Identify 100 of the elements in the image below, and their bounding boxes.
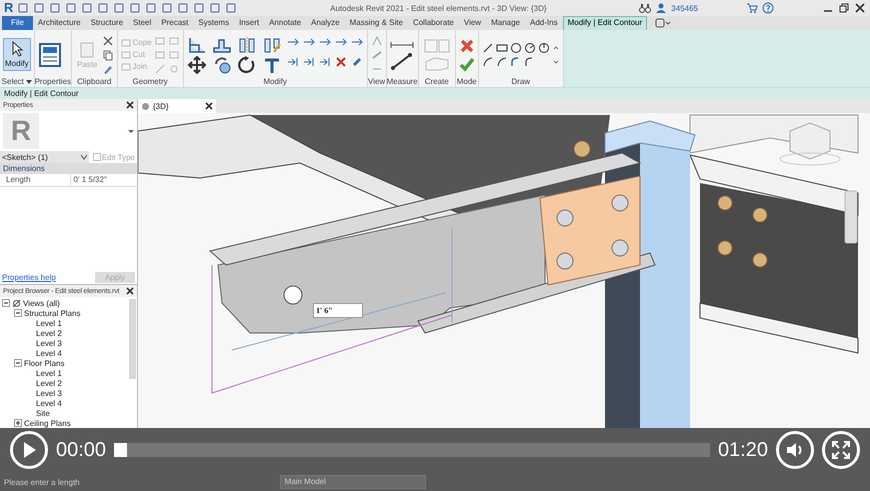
panel-label: Select (2, 77, 24, 87)
collapse-icon[interactable] (14, 359, 22, 367)
volume-button[interactable] (776, 431, 814, 469)
caret-icon[interactable] (26, 79, 32, 85)
tree-item[interactable]: Structural Plans (24, 308, 80, 318)
scrollbar[interactable] (129, 299, 136, 379)
ribbon-tab[interactable]: Collaborate (408, 16, 459, 30)
property-value[interactable]: 0' 1 5/32" (70, 174, 137, 186)
rectangle-icon[interactable] (496, 42, 508, 54)
close-icon[interactable] (205, 102, 213, 110)
collapse-icon[interactable] (14, 309, 22, 317)
caret-icon (80, 154, 87, 160)
fullscreen-icon (832, 441, 850, 459)
progress-fill[interactable] (114, 443, 128, 457)
array-icon[interactable] (302, 56, 315, 68)
arc-icon[interactable] (538, 42, 550, 54)
ribbon-tab[interactable]: Systems (193, 16, 234, 30)
line-icon[interactable] (482, 42, 494, 54)
tree-item[interactable]: Ceiling Plans (24, 418, 71, 428)
user-id[interactable]: 345465 (671, 4, 698, 12)
file-menu-tab[interactable]: File (2, 16, 33, 30)
tree-item[interactable]: Level 2 (36, 328, 62, 338)
tree-item[interactable]: Floor Plans (24, 358, 64, 368)
play-icon (21, 441, 37, 459)
ribbon-tab[interactable]: Structure (86, 16, 128, 30)
curve-icon[interactable] (482, 56, 494, 68)
mirror-draw-icon[interactable] (262, 36, 282, 54)
tree-item[interactable]: Level 1 (36, 368, 62, 378)
type-selector[interactable]: <Sketch> (1) (0, 151, 89, 163)
panel-toggle-icon[interactable] (655, 18, 672, 28)
checkmark-icon[interactable] (458, 56, 475, 72)
tree-item[interactable]: Level 1 (36, 318, 62, 328)
array-icon[interactable] (286, 56, 299, 68)
close-icon[interactable] (126, 287, 134, 295)
panel-label: Measure (386, 77, 418, 87)
type-preview: R (3, 113, 39, 149)
move-icon[interactable] (186, 56, 207, 74)
help-link[interactable]: Properties help (2, 272, 56, 282)
properties-icon[interactable] (38, 42, 62, 68)
close-icon[interactable] (126, 101, 134, 109)
dimension-value[interactable]: 1' 6" (313, 303, 363, 318)
cancel-icon[interactable] (458, 38, 475, 54)
ribbon-tab[interactable]: Annotate (264, 16, 306, 30)
tree-item[interactable]: Level 2 (36, 378, 62, 388)
fullscreen-button[interactable] (822, 431, 860, 469)
rotate-icon[interactable] (236, 56, 257, 74)
expand-icon[interactable] (14, 419, 22, 427)
restore-icon[interactable] (838, 2, 850, 14)
group-header: Dimensions (0, 163, 137, 174)
delete-icon[interactable] (334, 56, 347, 68)
tree-item[interactable]: Level 3 (36, 338, 62, 348)
tree-item[interactable]: Level 4 (36, 398, 62, 408)
edit-tool-icon[interactable] (334, 36, 347, 48)
ribbon-tab[interactable]: Precast (156, 16, 194, 30)
arc-icon[interactable] (524, 42, 536, 54)
tree-item[interactable]: Views (all) (23, 298, 60, 308)
context-bar: Modify | Edit Contour (0, 87, 870, 99)
app-logo[interactable]: R (4, 1, 14, 15)
tree-item[interactable]: Level 4 (36, 348, 62, 358)
tree-item[interactable]: Level 3 (36, 388, 62, 398)
caret-icon[interactable] (128, 128, 134, 134)
tree-item[interactable]: Site (36, 408, 50, 418)
ribbon-tab[interactable]: Modify | Edit Contour (562, 16, 648, 30)
ribbon-tab[interactable]: Steel (128, 16, 156, 30)
binoculars-icon[interactable] (639, 2, 652, 14)
ribbon-tab[interactable]: Analyze (306, 16, 345, 30)
cart-icon[interactable] (746, 2, 758, 14)
help-icon[interactable] (762, 2, 774, 14)
mirror-icon[interactable] (236, 36, 257, 54)
ribbon-tab[interactable]: Architecture (32, 16, 86, 30)
array-icon[interactable] (318, 56, 331, 68)
panel-label: Properties (34, 77, 72, 87)
panel-label: Geometry (132, 77, 168, 87)
ribbon-tab[interactable]: Add-Ins (525, 16, 563, 30)
progress-track[interactable] (114, 443, 710, 457)
document-tab[interactable]: {3D} (138, 99, 216, 113)
curve-icon[interactable] (496, 56, 508, 68)
pin-icon[interactable] (350, 56, 363, 68)
ribbon-tab[interactable]: View (458, 16, 486, 30)
duration: 01:20 (718, 438, 768, 462)
collapse-icon[interactable] (2, 299, 10, 307)
ribbon-tab[interactable]: Manage (486, 16, 525, 30)
user-icon[interactable] (655, 2, 668, 14)
copy-icon[interactable] (102, 48, 114, 60)
scissors-icon[interactable] (102, 34, 114, 46)
edit-tool-icon[interactable] (318, 36, 331, 48)
play-button[interactable] (10, 431, 48, 469)
modify-button[interactable]: Modify (3, 38, 31, 71)
panel-label: View (368, 77, 386, 87)
edit-tool-icon[interactable] (302, 36, 315, 48)
panel-label: Modify (263, 77, 287, 87)
edit-tool-icon[interactable] (286, 36, 299, 48)
edit-tool-icon[interactable] (350, 36, 363, 48)
ribbon-tab[interactable]: Insert (234, 16, 264, 30)
ribbon-tab[interactable]: Massing & Site (344, 16, 408, 30)
circle-icon[interactable] (510, 42, 522, 54)
dimension-icon[interactable] (390, 52, 414, 70)
align-icon[interactable] (186, 36, 207, 54)
clipboard-icon (79, 40, 96, 58)
close-icon[interactable] (854, 2, 866, 14)
